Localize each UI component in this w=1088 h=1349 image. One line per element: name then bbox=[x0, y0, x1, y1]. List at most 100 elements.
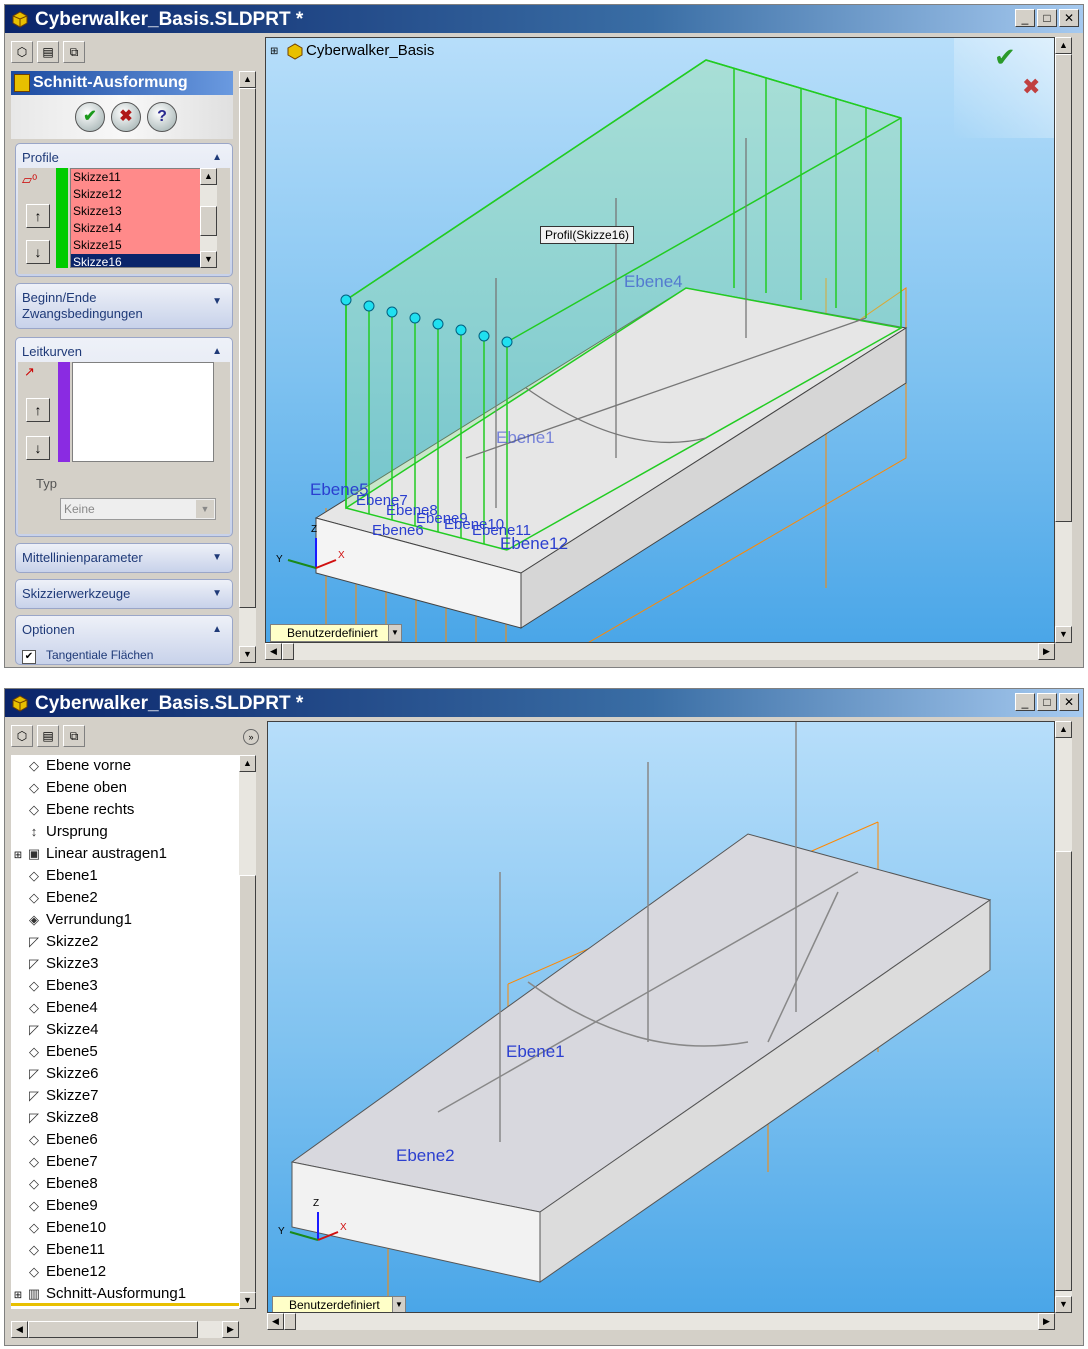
move-up-button[interactable]: ↑ bbox=[26, 204, 50, 228]
scroll-up-button[interactable]: ▲ bbox=[1055, 37, 1072, 54]
tree-item[interactable]: ◇ Ebene10 bbox=[11, 1217, 106, 1239]
ok-button[interactable]: ✔ bbox=[75, 102, 105, 132]
tangent-checkbox[interactable]: ✔ bbox=[22, 650, 36, 664]
config-tab-icon[interactable]: ⧉ bbox=[63, 725, 85, 747]
sketch-tools-group[interactable]: Skizzierwerkzeuge ▼ bbox=[15, 579, 233, 609]
graphics-viewport-1[interactable]: ⊞ Cyberwalker_Basis Z Y X Ebene4 Ebene1 … bbox=[265, 37, 1055, 643]
tree-item[interactable]: ◇ Ebene vorne bbox=[11, 755, 131, 777]
move-down-button[interactable]: ↓ bbox=[26, 240, 50, 264]
tree-item[interactable]: ⊞ ▣ Linear austragen1 bbox=[11, 843, 167, 865]
scroll-right-button[interactable]: ▶ bbox=[222, 1321, 239, 1338]
tree-item[interactable]: ◇ Ebene12 bbox=[11, 1261, 106, 1283]
chevron-down-icon[interactable]: ▼ bbox=[388, 625, 401, 641]
scroll-left-button[interactable]: ◀ bbox=[11, 1321, 28, 1338]
type-select[interactable]: Keine ▼ bbox=[60, 498, 216, 520]
expand-icon[interactable]: ▼ bbox=[212, 552, 222, 563]
collapse-icon[interactable]: ▲ bbox=[212, 346, 222, 357]
scroll-down-button[interactable]: ▼ bbox=[239, 646, 256, 663]
tree-item[interactable]: ◇ Ebene2 bbox=[11, 887, 98, 909]
profile-list-scrollbar[interactable]: ▲ ▼ bbox=[200, 168, 217, 268]
view-orientation-dropdown[interactable]: Benutzerdefiniert ▼ bbox=[272, 1296, 406, 1312]
list-item[interactable]: Skizze12 bbox=[71, 186, 215, 203]
minimize-button[interactable]: _ bbox=[1015, 9, 1035, 27]
scroll-thumb[interactable] bbox=[284, 1313, 296, 1330]
tree-item[interactable]: ◸ Skizze7 bbox=[11, 1085, 99, 1107]
tree-item[interactable]: ◸ Skizze4 bbox=[11, 1019, 99, 1041]
scroll-thumb[interactable] bbox=[239, 875, 256, 1295]
guide-curves-list[interactable] bbox=[72, 362, 214, 462]
scroll-up-button[interactable]: ▲ bbox=[239, 71, 256, 88]
expand-icon[interactable]: ▼ bbox=[212, 296, 222, 307]
scroll-up-button[interactable]: ▲ bbox=[200, 168, 217, 185]
scroll-thumb[interactable] bbox=[1055, 54, 1072, 522]
maximize-button[interactable]: □ bbox=[1037, 9, 1057, 27]
scroll-thumb[interactable] bbox=[239, 88, 256, 608]
viewport-hscrollbar-2[interactable]: ◀ ▶ bbox=[267, 1313, 1055, 1330]
rollback-bar[interactable] bbox=[11, 1303, 239, 1306]
tree-item[interactable]: ◇ Ebene7 bbox=[11, 1151, 98, 1173]
viewport-hscrollbar-1[interactable]: ◀ ▶ bbox=[265, 643, 1055, 660]
tree-item[interactable]: ◸ Skizze2 bbox=[11, 931, 99, 953]
view-orientation-dropdown[interactable]: Benutzerdefiniert ▼ bbox=[270, 624, 402, 642]
viewport-vscrollbar-2[interactable]: ▲ ▼ bbox=[1055, 721, 1072, 1313]
tree-hscrollbar[interactable]: ◀ ▶ bbox=[11, 1321, 239, 1338]
list-item-selected[interactable]: Skizze16 bbox=[71, 254, 215, 267]
ok-corner-icon[interactable]: ✔ bbox=[994, 42, 1016, 73]
begin-end-group[interactable]: Beginn/Ende Zwangsbedingungen ▼ bbox=[15, 283, 233, 329]
scroll-up-button[interactable]: ▲ bbox=[239, 755, 256, 772]
config-tab-icon[interactable]: ⧉ bbox=[63, 41, 85, 63]
tree-item[interactable]: ◈ Verrundung1 bbox=[11, 909, 132, 931]
minimize-button[interactable]: _ bbox=[1015, 693, 1035, 711]
scroll-down-button[interactable]: ▼ bbox=[1055, 626, 1072, 643]
tree-item[interactable]: ◇ Ebene4 bbox=[11, 997, 98, 1019]
tree-item[interactable]: ⊞ ▥ Schnitt-Ausformung1 bbox=[11, 1283, 186, 1305]
expand-icon[interactable]: ⊞ bbox=[11, 845, 25, 867]
chevron-down-icon[interactable]: ▼ bbox=[196, 500, 214, 518]
property-tab-icon[interactable]: ▤ bbox=[37, 725, 59, 747]
graphics-viewport-2[interactable]: Z Y X Ebene1 Ebene2 Benutzerdefiniert ▼ bbox=[267, 721, 1055, 1313]
scroll-left-button[interactable]: ◀ bbox=[267, 1313, 284, 1330]
tree-item[interactable]: ◇ Ebene5 bbox=[11, 1041, 98, 1063]
tree-item[interactable]: ◇ Ebene3 bbox=[11, 975, 98, 997]
chevron-double-right-icon[interactable]: » bbox=[243, 729, 259, 745]
scroll-down-button[interactable]: ▼ bbox=[1055, 1296, 1072, 1313]
tree-item[interactable]: ◸ Skizze6 bbox=[11, 1063, 99, 1085]
move-up-button[interactable]: ↑ bbox=[26, 398, 50, 422]
scroll-up-button[interactable]: ▲ bbox=[1055, 721, 1072, 738]
list-item[interactable]: Skizze13 bbox=[71, 203, 215, 220]
maximize-button[interactable]: □ bbox=[1037, 693, 1057, 711]
scroll-left-button[interactable]: ◀ bbox=[265, 643, 282, 660]
expand-icon[interactable]: ▼ bbox=[212, 588, 222, 599]
list-item[interactable]: Skizze15 bbox=[71, 237, 215, 254]
centerline-group[interactable]: Mittellinienparameter ▼ bbox=[15, 543, 233, 573]
scroll-right-button[interactable]: ▶ bbox=[1038, 1313, 1055, 1330]
cancel-button[interactable]: ✖ bbox=[111, 102, 141, 132]
viewport-vscrollbar-1[interactable]: ▲ ▼ bbox=[1055, 37, 1072, 643]
scroll-down-button[interactable]: ▼ bbox=[239, 1292, 256, 1309]
list-item[interactable]: Skizze14 bbox=[71, 220, 215, 237]
tree-item[interactable]: ◇ Ebene oben bbox=[11, 777, 127, 799]
tree-item[interactable]: ◸ Skizze8 bbox=[11, 1107, 99, 1129]
tree-item[interactable]: ◇ Ebene6 bbox=[11, 1129, 98, 1151]
tree-item[interactable]: ◇ Ebene9 bbox=[11, 1195, 98, 1217]
tree-vscrollbar[interactable]: ▲ ▼ bbox=[239, 755, 256, 1309]
scroll-right-button[interactable]: ▶ bbox=[1038, 643, 1055, 660]
scroll-down-button[interactable]: ▼ bbox=[200, 251, 217, 268]
tree-item[interactable]: ◇ Ebene8 bbox=[11, 1173, 98, 1195]
tree-item[interactable]: ◇ Ebene rechts bbox=[11, 799, 134, 821]
feature-tree-tab-icon[interactable]: ⬡ bbox=[11, 41, 33, 63]
scroll-thumb[interactable] bbox=[282, 643, 294, 660]
cancel-corner-icon[interactable]: ✖ bbox=[1022, 74, 1040, 100]
tree-item[interactable]: ↕ Ursprung bbox=[11, 821, 108, 843]
list-item[interactable]: Skizze11 bbox=[71, 169, 215, 186]
chevron-down-icon[interactable]: ▼ bbox=[392, 1297, 405, 1312]
collapse-icon[interactable]: ▲ bbox=[212, 624, 222, 635]
profile-list[interactable]: Skizze11 Skizze12 Skizze13 Skizze14 Skiz… bbox=[70, 168, 216, 268]
scroll-thumb[interactable] bbox=[28, 1321, 198, 1338]
collapse-icon[interactable]: ▲ bbox=[212, 152, 222, 163]
pm-scrollbar[interactable]: ▲ ▼ bbox=[239, 71, 256, 663]
property-tab-icon[interactable]: ▤ bbox=[37, 41, 59, 63]
scroll-thumb[interactable] bbox=[200, 206, 217, 236]
scroll-thumb[interactable] bbox=[1055, 851, 1072, 1291]
tree-item[interactable]: ◇ Ebene11 bbox=[11, 1239, 105, 1261]
